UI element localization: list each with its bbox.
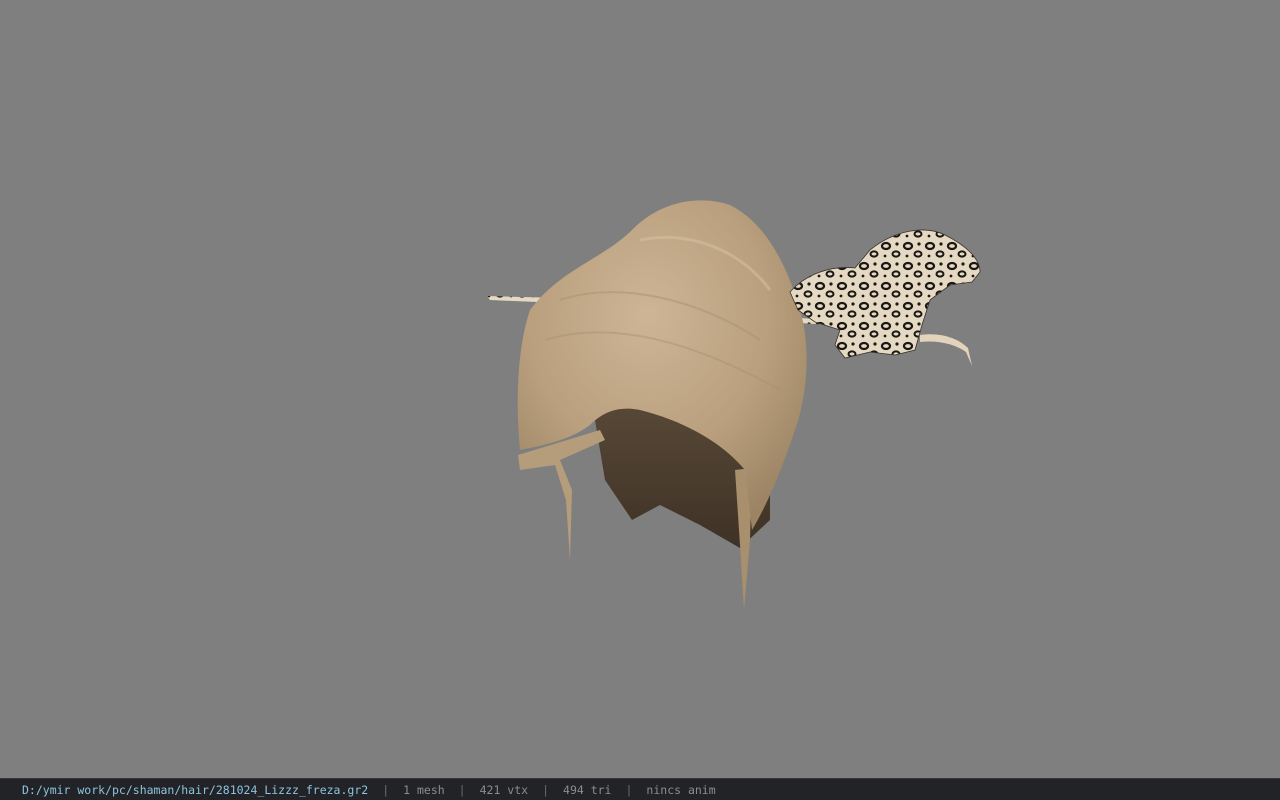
3d-viewport[interactable] — [0, 0, 1280, 778]
mesh-count: 1 mesh — [403, 782, 445, 797]
vertex-count: 421 vtx — [479, 782, 529, 797]
separator: | — [458, 782, 466, 797]
animation-status: nincs anim — [646, 782, 716, 797]
leopard-bow — [789, 229, 981, 366]
separator: | — [382, 782, 390, 797]
file-path: D:/ymir work/pc/shaman/hair/281024_Lizzz… — [22, 782, 369, 797]
triangle-count: 494 tri — [563, 782, 612, 797]
separator: | — [625, 782, 633, 797]
separator: | — [542, 782, 550, 797]
model-render — [487, 200, 981, 610]
status-bar: D:/ymir work/pc/shaman/hair/281024_Lizzz… — [0, 778, 1280, 800]
hair-strand-left — [518, 430, 605, 560]
